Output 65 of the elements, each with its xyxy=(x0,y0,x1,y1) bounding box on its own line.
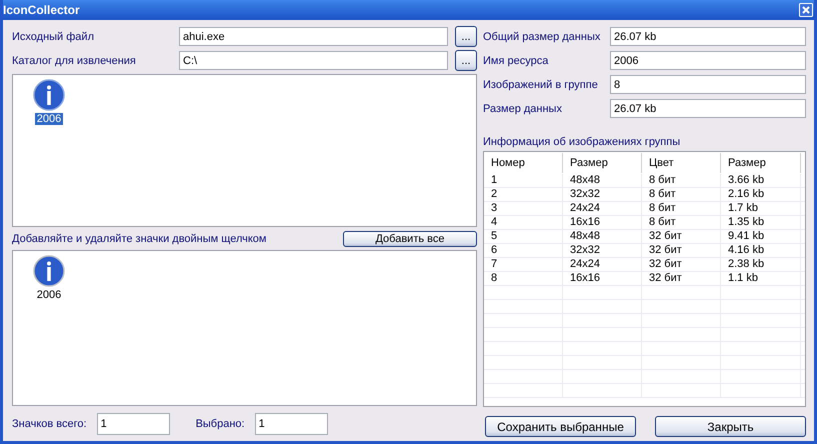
table-cell: 2.16 kb xyxy=(721,188,801,201)
table-cell: 3.66 kb xyxy=(721,174,801,187)
info-icon[interactable] xyxy=(33,79,65,111)
browse-button[interactable]: ... xyxy=(455,26,477,47)
table-cell: 8 xyxy=(484,272,563,285)
dialog-button[interactable]: Сохранить выбранные xyxy=(485,416,636,437)
table-title: Информация об изображениях группы xyxy=(483,136,682,148)
close-icon[interactable] xyxy=(799,3,813,17)
table-cell: 4.16 kb xyxy=(721,244,801,257)
table-cell: 32 бит xyxy=(642,258,721,271)
table-cell: 2.38 kb xyxy=(721,258,801,271)
window-title: IconCollector xyxy=(3,3,80,17)
field-label: Исходный файл xyxy=(12,30,95,42)
table-cell: 1 xyxy=(484,174,563,187)
table-cell: 9.41 kb xyxy=(721,230,801,243)
table-cell: 7 xyxy=(484,258,563,271)
table-cell: 1.1 kb xyxy=(721,272,801,285)
table-cell: 5 xyxy=(484,230,563,243)
column-header[interactable]: Размер xyxy=(563,153,642,173)
input-field[interactable]: 8 xyxy=(610,75,806,94)
table-cell: 6 xyxy=(484,244,563,257)
count-label: Выбрано: xyxy=(196,418,245,430)
table-cell: 32x32 xyxy=(563,188,642,201)
table-cell: 8 бит xyxy=(642,188,721,201)
table-cell: 32 бит xyxy=(642,230,721,243)
field-label: Размер данных xyxy=(483,102,563,114)
input-field[interactable]: ahui.exe xyxy=(179,27,448,46)
table-cell: 1.7 kb xyxy=(721,202,801,215)
add-all-button[interactable]: Добавить все xyxy=(343,230,477,246)
dialog-button[interactable]: Закрыть xyxy=(655,416,806,437)
column-header[interactable]: Размер xyxy=(721,153,801,173)
count-field[interactable]: 1 xyxy=(254,413,328,435)
table-cell: 24x24 xyxy=(563,202,642,215)
table-cell: 32 бит xyxy=(642,272,721,285)
hint-text: Добавляйте и удаляйте значки двойным щелчком xyxy=(12,232,266,244)
table-cell: 8 бит xyxy=(642,216,721,229)
table-cell: 1.35 kb xyxy=(721,216,801,229)
input-field[interactable]: C:\ xyxy=(179,51,448,70)
table-cell: 32x32 xyxy=(563,244,642,257)
table-cell: 16x16 xyxy=(563,216,642,229)
field-label: Изображений в группе xyxy=(483,78,599,90)
table-cell: 24x24 xyxy=(563,258,642,271)
input-field[interactable]: 26.07 kb xyxy=(610,99,806,118)
input-field[interactable]: 2006 xyxy=(610,51,806,70)
info-icon[interactable] xyxy=(33,255,65,287)
field-label: Общий размер данных xyxy=(483,30,602,42)
table-cell: 2 xyxy=(484,188,563,201)
icon-label[interactable]: 2006 xyxy=(34,113,64,125)
table-cell: 8 бит xyxy=(642,174,721,187)
table-cell: 48x48 xyxy=(563,174,642,187)
column-header[interactable]: Номер xyxy=(484,153,563,173)
count-label: Значков всего: xyxy=(12,418,87,430)
count-field[interactable]: 1 xyxy=(96,413,170,435)
field-label: Имя ресурса xyxy=(483,54,550,66)
field-label: Каталог для извлечения xyxy=(12,54,137,66)
table-cell: 4 xyxy=(484,216,563,229)
table-cell: 8 бит xyxy=(642,202,721,215)
input-field[interactable]: 26.07 kb xyxy=(610,27,806,46)
column-header[interactable]: Цвет xyxy=(642,153,721,173)
table-cell: 32 бит xyxy=(642,244,721,257)
browse-button[interactable]: ... xyxy=(455,50,477,71)
icon-label[interactable]: 2006 xyxy=(34,289,64,301)
table-cell: 48x48 xyxy=(563,230,642,243)
table-cell: 16x16 xyxy=(563,272,642,285)
table-cell: 3 xyxy=(484,202,563,215)
